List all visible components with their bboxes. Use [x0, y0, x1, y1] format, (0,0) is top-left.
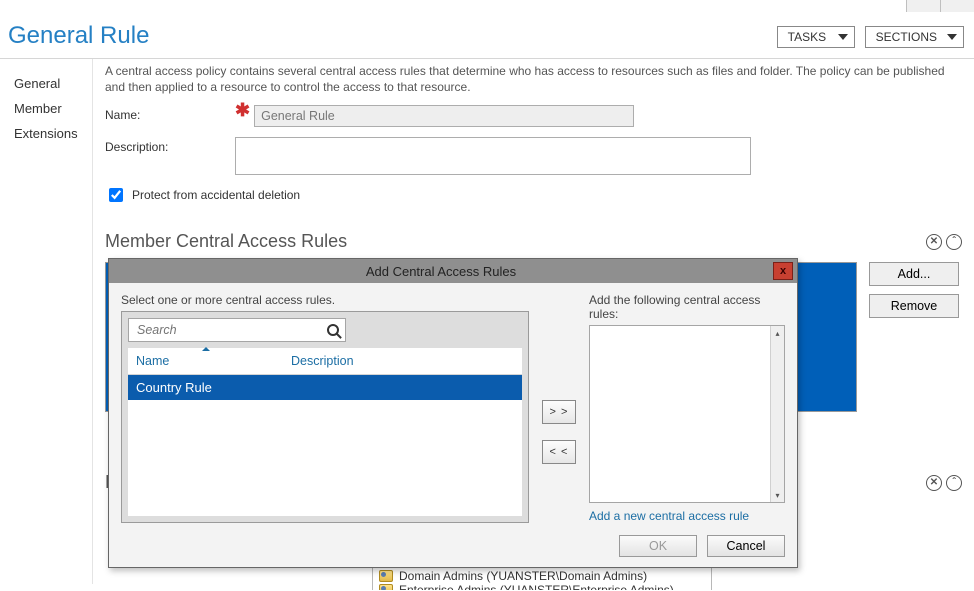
close-icon[interactable]: x: [773, 262, 793, 280]
section-collapse-icon[interactable]: ˆ: [946, 475, 962, 491]
selected-rules-label: Add the following central access rules:: [589, 293, 785, 321]
protect-checkbox[interactable]: [109, 188, 123, 202]
table-row[interactable]: Country Rule: [128, 375, 522, 400]
available-rules-label: Select one or more central access rules.: [121, 293, 529, 307]
member-section-header: Member Central Access Rules ✕ ˆ: [105, 231, 974, 252]
search-icon[interactable]: [327, 324, 339, 336]
window-control-1[interactable]: [906, 0, 940, 12]
available-rules-panel: Name Description Country Rule: [121, 311, 529, 523]
dialog-titlebar[interactable]: Add Central Access Rules x: [109, 259, 797, 283]
page-header: General Rule TASKS SECTIONS: [0, 12, 974, 59]
tasks-label: TASKS: [788, 30, 826, 44]
window-control-2[interactable]: [940, 0, 974, 12]
search-input[interactable]: [135, 322, 327, 338]
background-group-list: Domain Admins (YUANSTER\Domain Admins) E…: [372, 566, 712, 590]
column-header-description[interactable]: Description: [283, 349, 522, 374]
scrollbar[interactable]: ▴ ▾: [770, 326, 784, 502]
add-central-access-rules-dialog: Add Central Access Rules x Select one or…: [108, 258, 798, 568]
name-label: Name:: [105, 105, 235, 122]
available-rules-table: Name Description Country Rule: [128, 348, 522, 516]
tasks-menu[interactable]: TASKS: [777, 26, 855, 48]
name-input[interactable]: [254, 105, 634, 127]
move-right-button[interactable]: > >: [542, 400, 576, 424]
sort-ascending-icon: [202, 347, 210, 351]
scroll-up-icon[interactable]: ▴: [771, 326, 784, 340]
description-label: Description:: [105, 137, 235, 154]
page-title: General Rule: [8, 22, 777, 50]
protect-label: Protect from accidental deletion: [132, 188, 300, 202]
nav-member[interactable]: Member: [14, 96, 92, 121]
window-titlebar-fragment: [0, 0, 974, 12]
dialog-title: Add Central Access Rules: [109, 264, 773, 279]
search-input-wrap[interactable]: [128, 318, 346, 342]
section-close-icon[interactable]: ✕: [926, 234, 942, 250]
sections-menu[interactable]: SECTIONS: [865, 26, 964, 48]
nav-general[interactable]: General: [14, 71, 92, 96]
remove-button[interactable]: Remove: [869, 294, 959, 318]
caret-down-icon: [947, 34, 957, 40]
section-nav: General Member Extensions: [0, 59, 92, 584]
nav-extensions[interactable]: Extensions: [14, 121, 92, 146]
ok-button[interactable]: OK: [619, 535, 697, 557]
column-header-name[interactable]: Name: [128, 349, 283, 374]
section-collapse-icon[interactable]: ˆ: [946, 234, 962, 250]
caret-down-icon: [838, 34, 848, 40]
cancel-button[interactable]: Cancel: [707, 535, 785, 557]
section-close-icon[interactable]: ✕: [926, 475, 942, 491]
add-new-rule-link[interactable]: Add a new central access rule: [589, 509, 785, 523]
scroll-down-icon[interactable]: ▾: [771, 488, 784, 502]
add-button[interactable]: Add...: [869, 262, 959, 286]
group-icon: [379, 584, 393, 590]
sections-label: SECTIONS: [876, 30, 937, 44]
selected-rules-list[interactable]: ▴ ▾: [589, 325, 785, 503]
description-input[interactable]: [235, 137, 751, 175]
required-asterisk-icon: ✱: [235, 105, 254, 115]
intro-text: A central access policy contains several…: [105, 63, 974, 95]
group-icon: [379, 570, 393, 582]
move-left-button[interactable]: < <: [542, 440, 576, 464]
